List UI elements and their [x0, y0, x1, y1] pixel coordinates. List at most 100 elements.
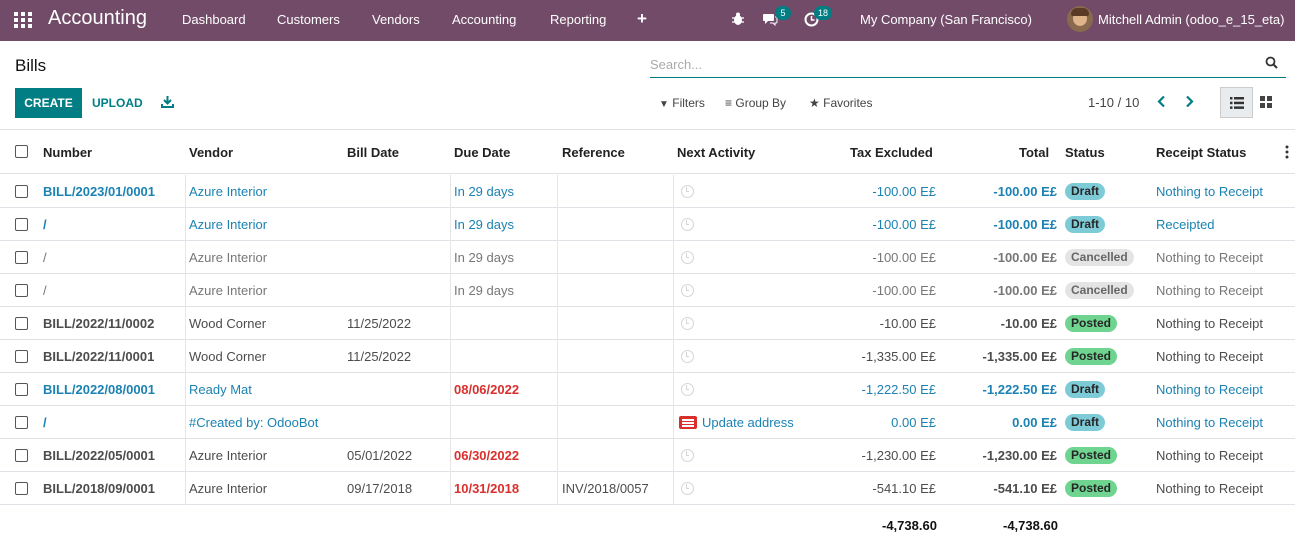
- activity-clock-icon[interactable]: [681, 449, 694, 462]
- activity-clock-icon[interactable]: [681, 482, 694, 495]
- cell-vendor: Azure Interior: [189, 184, 268, 199]
- status-badge: Draft: [1065, 183, 1106, 200]
- row-checkbox[interactable]: [15, 218, 28, 231]
- list-view-button[interactable]: [1220, 87, 1253, 118]
- activity-clock-icon[interactable]: [681, 284, 694, 297]
- cell-total: -1,230.00 E£: [982, 448, 1057, 463]
- column-divider: [450, 373, 451, 406]
- row-checkbox[interactable]: [15, 251, 28, 264]
- apps-menu-icon[interactable]: [14, 12, 32, 28]
- activity-clock-icon[interactable]: [681, 383, 694, 396]
- select-all-checkbox[interactable]: [15, 145, 28, 158]
- menu-vendors[interactable]: Vendors: [372, 12, 420, 27]
- cell-total: -1,222.50 E£: [982, 382, 1057, 397]
- menu-reporting[interactable]: Reporting: [550, 12, 606, 27]
- column-divider: [450, 175, 451, 208]
- column-receipt-status[interactable]: Receipt Status: [1156, 145, 1246, 160]
- column-divider: [185, 340, 186, 373]
- pager-value[interactable]: 1-10 / 10: [1088, 95, 1139, 110]
- app-brand[interactable]: Accounting: [48, 7, 147, 30]
- column-tax-excluded[interactable]: Tax Excluded: [850, 145, 933, 160]
- kanban-view-icon[interactable]: [1260, 96, 1272, 108]
- column-divider: [185, 274, 186, 307]
- bug-icon[interactable]: [731, 12, 745, 26]
- table-row[interactable]: BILL/2022/11/0001 Wood Corner 11/25/2022 -1…: [0, 340, 1295, 373]
- upload-button[interactable]: UPLOAD: [92, 96, 143, 110]
- cell-number: /: [43, 415, 47, 430]
- cell-due-date: In 29 days: [454, 283, 514, 298]
- table-row[interactable]: / #Created by: OdooBot Update address 0.00 …: [0, 406, 1295, 439]
- column-status[interactable]: Status: [1065, 145, 1105, 160]
- table-row[interactable]: BILL/2018/09/0001 Azure Interior 09/17/201…: [0, 472, 1295, 505]
- user-avatar[interactable]: [1067, 6, 1093, 32]
- column-divider: [557, 307, 558, 340]
- column-divider: [450, 439, 451, 472]
- activity-clock-icon[interactable]: [681, 350, 694, 363]
- cell-number: BILL/2023/01/0001: [43, 184, 156, 199]
- status-badge: Posted: [1065, 480, 1118, 497]
- table-row[interactable]: BILL/2022/11/0002 Wood Corner 11/25/2022 -1…: [0, 307, 1295, 340]
- user-menu[interactable]: Mitchell Admin (odoo_e_15_eta): [1098, 12, 1284, 27]
- row-checkbox[interactable]: [15, 449, 28, 462]
- table-row[interactable]: / Azure Interior In 29 days -100.00 E£ -100.…: [0, 208, 1295, 241]
- cell-total: -100.00 E£: [993, 283, 1057, 298]
- row-checkbox[interactable]: [15, 482, 28, 495]
- column-reference[interactable]: Reference: [562, 145, 625, 160]
- column-divider: [450, 307, 451, 340]
- table-row[interactable]: BILL/2023/01/0001 Azure Interior In 29 day…: [0, 175, 1295, 208]
- cell-vendor: Azure Interior: [189, 448, 268, 463]
- table-row[interactable]: / Azure Interior In 29 days -100.00 E£ -100.…: [0, 241, 1295, 274]
- row-checkbox[interactable]: [15, 416, 28, 429]
- activity-clock-icon[interactable]: [681, 218, 694, 231]
- favorites-button[interactable]: ★ Favorites: [809, 96, 872, 110]
- cell-number: /: [43, 283, 47, 298]
- activity-clock-icon[interactable]: [681, 251, 694, 264]
- pager-previous-icon[interactable]: [1157, 95, 1167, 108]
- column-due-date[interactable]: Due Date: [454, 145, 510, 160]
- group-by-label: Group By: [735, 96, 787, 110]
- activity-clock-icon[interactable]: [681, 185, 694, 198]
- search-icon[interactable]: [1265, 56, 1278, 69]
- row-checkbox[interactable]: [15, 185, 28, 198]
- row-checkbox[interactable]: [15, 383, 28, 396]
- group-by-button[interactable]: ≡ Group By: [725, 96, 786, 110]
- column-next-activity[interactable]: Next Activity: [677, 145, 755, 160]
- menu-customers[interactable]: Customers: [277, 12, 340, 27]
- cell-bill-date: 09/17/2018: [347, 481, 413, 496]
- table-row[interactable]: BILL/2022/08/0001 Ready Mat 08/06/2022 -1,2…: [0, 373, 1295, 406]
- menu-dashboard[interactable]: Dashboard: [182, 12, 246, 27]
- column-divider: [185, 406, 186, 439]
- download-icon[interactable]: [161, 95, 174, 108]
- cell-due-date: In 29 days: [454, 184, 514, 199]
- column-bill-date[interactable]: Bill Date: [347, 145, 399, 160]
- activity-address-icon[interactable]: [679, 416, 697, 429]
- table-row[interactable]: BILL/2022/05/0001 Azure Interior 05/01/202…: [0, 439, 1295, 472]
- column-number[interactable]: Number: [43, 145, 92, 160]
- row-checkbox[interactable]: [15, 317, 28, 330]
- company-switcher[interactable]: My Company (San Francisco): [860, 12, 1032, 27]
- status-badge: Draft: [1065, 381, 1106, 398]
- activity-count-badge: 18: [814, 6, 833, 20]
- filters-button[interactable]: ▼ Filters: [659, 96, 705, 110]
- column-divider: [557, 406, 558, 439]
- pager-next-icon[interactable]: [1184, 95, 1194, 108]
- column-divider: [673, 472, 674, 505]
- column-divider: [185, 208, 186, 241]
- column-total[interactable]: Total: [1019, 145, 1049, 160]
- new-menu-plus-icon[interactable]: +: [637, 9, 647, 29]
- optional-columns-icon[interactable]: [1285, 145, 1289, 159]
- row-checkbox[interactable]: [15, 284, 28, 297]
- filter-icon: ▼: [659, 99, 669, 110]
- column-vendor[interactable]: Vendor: [189, 145, 233, 160]
- column-divider: [185, 373, 186, 406]
- column-divider: [557, 373, 558, 406]
- menu-accounting[interactable]: Accounting: [452, 12, 516, 27]
- search-input[interactable]: [650, 54, 1250, 74]
- row-checkbox[interactable]: [15, 350, 28, 363]
- activity-clock-icon[interactable]: [681, 317, 694, 330]
- create-button[interactable]: CREATE: [15, 88, 82, 118]
- table-row[interactable]: / Azure Interior In 29 days -100.00 E£ -100.…: [0, 274, 1295, 307]
- column-divider: [557, 439, 558, 472]
- cell-receipt-status: Nothing to Receipt: [1156, 316, 1263, 331]
- column-divider: [557, 241, 558, 274]
